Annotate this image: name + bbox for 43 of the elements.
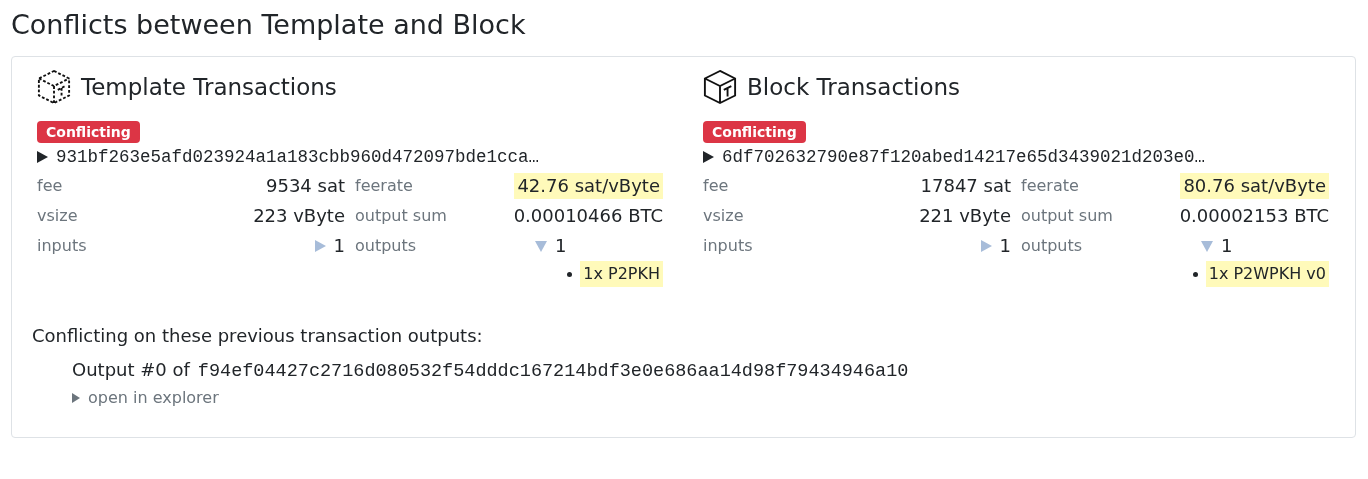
conflicting-badge: Conflicting	[37, 121, 140, 143]
transaction-id: 6df702632790e87f120abed14217e65d3439021d203e0…	[722, 147, 1206, 167]
field-value: 223 vByte	[253, 204, 345, 228]
field-label: vsize	[37, 205, 79, 227]
field-label: feerate	[355, 175, 414, 197]
transaction-id: f94ef04427c2716d080532f54dddc167214bdf3e0e686aa14d98f79434946a10	[197, 361, 909, 382]
page-title: Conflicts between Template and Block	[11, 8, 527, 42]
output-label: Output #0 of	[72, 359, 190, 380]
transaction-id: 931bf263e5afd023924a1a183cbb960d472097bde1cca…	[56, 147, 540, 167]
field-label: vsize	[703, 205, 745, 227]
cube-icon	[703, 69, 737, 105]
field-value: 221 vByte	[919, 204, 1011, 228]
field-label: output sum	[1021, 205, 1114, 227]
field-value: 1	[555, 234, 567, 258]
field-value: 1	[333, 234, 345, 258]
field-label: outputs	[1021, 235, 1084, 257]
collapsed-triangle-icon[interactable]	[703, 151, 714, 163]
field-label: feerate	[1021, 175, 1080, 197]
field-label: outputs	[355, 235, 418, 257]
conflicting-badge: Conflicting	[703, 121, 806, 143]
field-label: inputs	[37, 235, 88, 257]
explorer-toggle[interactable]: open in explorer	[88, 388, 219, 407]
dashed-cube-icon	[37, 69, 71, 105]
section-text: Conflicting on these previous transaction outputs:	[32, 324, 484, 348]
field-label: fee	[37, 175, 64, 197]
field-label: fee	[703, 175, 730, 197]
section-heading: Block Transactions	[747, 74, 961, 100]
field-value: 1	[999, 234, 1011, 258]
field-value: 17847 sat	[920, 174, 1011, 198]
field-label: output sum	[355, 205, 448, 227]
output-type: 1x P2PKH	[580, 261, 663, 287]
section-heading: Template Transactions	[81, 74, 337, 100]
field-value: 9534 sat	[266, 174, 345, 198]
field-value: 1	[1221, 234, 1233, 258]
bullet-icon	[567, 271, 573, 277]
output-type: 1x P2WPKH v0	[1205, 261, 1329, 287]
field-value: 80.76 sat/vByte	[1180, 173, 1329, 199]
bullet-icon	[1192, 271, 1198, 277]
field-value: 0.00010466 BTC	[513, 204, 663, 228]
collapsed-triangle-icon[interactable]	[37, 151, 48, 163]
field-value: 42.76 sat/vByte	[514, 173, 663, 199]
field-label: inputs	[703, 235, 754, 257]
field-value: 0.00002153 BTC	[1179, 204, 1329, 228]
